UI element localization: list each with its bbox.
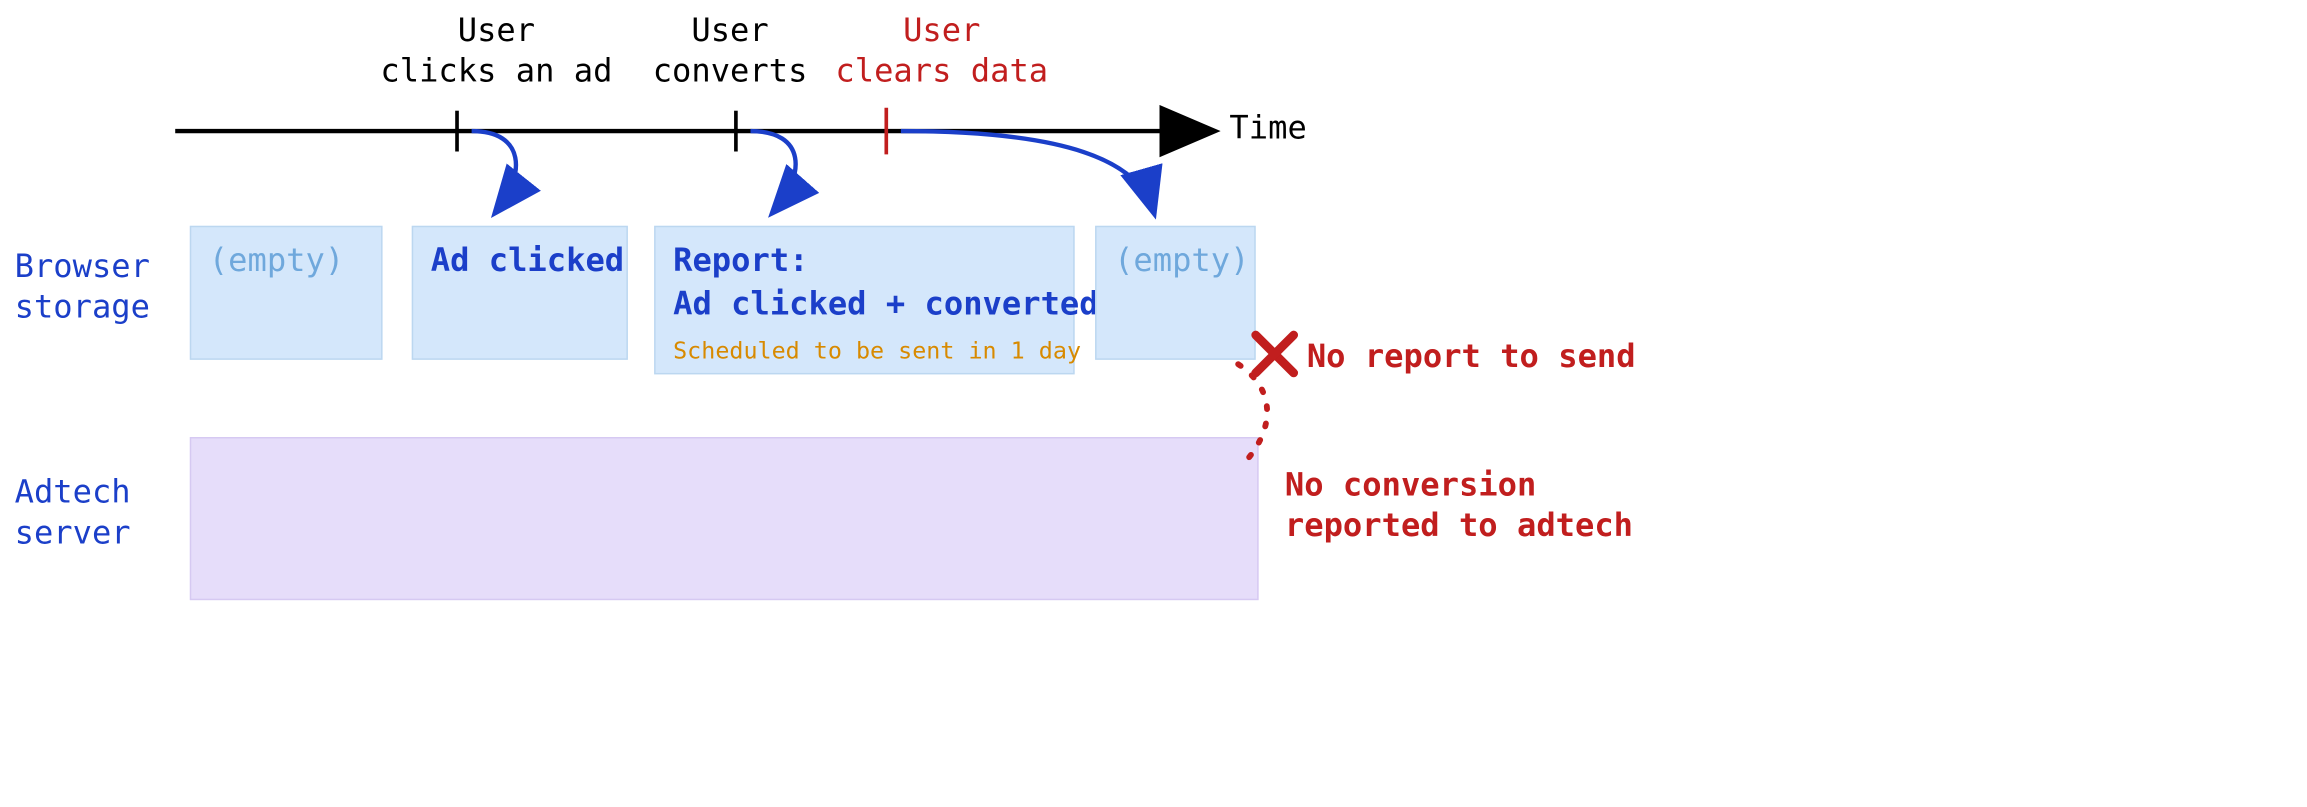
storage-state-report-title: Report: <box>673 242 1091 282</box>
storage-state-report-note: Scheduled to be sent in 1 day <box>673 336 1091 365</box>
row-label-adtech-server: Adtech server <box>15 473 131 553</box>
row-label-browser-storage: Browser storage <box>15 248 150 328</box>
event-label-clear: User clears data <box>810 12 1073 92</box>
annotation-no-report: No report to send <box>1307 338 1636 378</box>
arrow-convert-to-storage <box>751 131 796 211</box>
annotation-no-conversion: No conversion reported to adtech <box>1285 466 1633 546</box>
storage-state-report-body: Ad clicked + converted <box>673 285 1091 325</box>
event-label-click: User clicks an ad <box>350 12 642 92</box>
diagram-lines-overlay <box>0 0 2307 807</box>
arrow-clear-to-storage <box>901 131 1154 211</box>
storage-state-empty-initial: (empty) <box>190 226 383 360</box>
x-mark-icon <box>1256 335 1294 373</box>
storage-state-ad-clicked: Ad clicked <box>412 226 628 360</box>
storage-state-empty-cleared-text: (empty) <box>1114 242 1272 282</box>
attribution-reporting-clear-data-diagram: User clicks an ad User converts User cle… <box>0 0 2307 807</box>
axis-label-time: Time <box>1229 109 1306 149</box>
storage-state-ad-clicked-text: Ad clicked <box>431 242 644 282</box>
storage-state-empty-cleared: (empty) <box>1095 226 1256 360</box>
arrow-click-to-storage <box>472 131 516 211</box>
storage-state-report: Report: Ad clicked + converted Scheduled… <box>654 226 1075 375</box>
storage-state-empty-initial-text: (empty) <box>209 242 399 282</box>
adtech-server-lane <box>190 437 1259 600</box>
